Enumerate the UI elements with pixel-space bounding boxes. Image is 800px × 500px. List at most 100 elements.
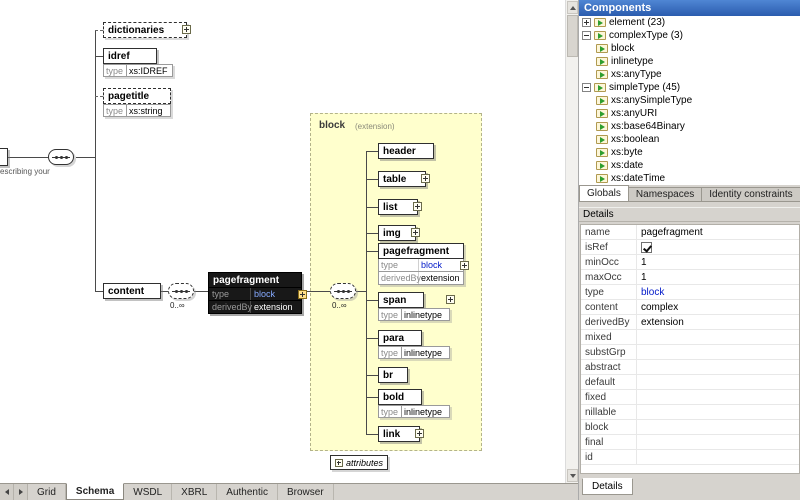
tree-item-xs-boolean[interactable]: xs:boolean	[579, 133, 800, 146]
derived-key: derivedBy	[209, 301, 252, 313]
element-bold[interactable]: bold	[378, 389, 422, 405]
tree-item-element[interactable]: element (23)	[579, 16, 800, 29]
view-tab-wsdl[interactable]: WSDL	[124, 484, 173, 500]
tab-identity-constraints[interactable]: Identity constraints	[702, 187, 800, 202]
attributes-box[interactable]: attributes	[330, 455, 389, 470]
tree-item-block[interactable]: block	[579, 42, 800, 55]
property-name: name	[581, 225, 637, 239]
element-table[interactable]: table	[378, 171, 426, 187]
expand-plus-icon[interactable]	[335, 458, 343, 467]
property-value[interactable]	[637, 420, 799, 434]
element-pagetitle[interactable]: pagetitle	[103, 88, 171, 104]
pagefragment-derived-row: derivedBy extension	[208, 301, 302, 314]
property-value[interactable]: block	[637, 285, 799, 299]
sequence-compositor-icon[interactable]	[48, 149, 74, 165]
element-header[interactable]: header	[378, 143, 434, 159]
element-pagefragment-selected[interactable]: pagefragment type block derivedBy extens…	[208, 272, 302, 314]
property-value[interactable]: extension	[637, 315, 799, 329]
property-value[interactable]: 1	[637, 270, 799, 284]
tree-item-label: complexType (3)	[609, 30, 683, 41]
element-para[interactable]: para	[378, 330, 422, 346]
left-arrow-icon	[4, 489, 9, 495]
view-tab-schema[interactable]: Schema	[65, 483, 125, 500]
root-element-partial[interactable]	[0, 148, 8, 166]
view-tab-bar: Grid Schema WSDL XBRL Authentic Browser	[0, 483, 578, 500]
view-tab-grid[interactable]: Grid	[28, 484, 66, 500]
expand-plus-icon[interactable]	[460, 261, 469, 270]
property-value[interactable]	[637, 435, 799, 449]
tab-globals[interactable]: Globals	[579, 185, 629, 202]
tree-item-xs-base64binary[interactable]: xs:base64Binary	[579, 120, 800, 133]
element-dictionaries[interactable]: dictionaries	[103, 22, 187, 38]
collapse-icon[interactable]	[582, 83, 591, 92]
down-arrow-icon	[569, 473, 576, 478]
tree-item-xs-anytype[interactable]: xs:anyType	[579, 68, 800, 81]
tab-scroll-left-button[interactable]	[0, 484, 14, 500]
property-value[interactable]	[637, 330, 799, 344]
tree-item-simpletype[interactable]: simpleType (45)	[579, 81, 800, 94]
property-value[interactable]	[637, 240, 799, 254]
element-span[interactable]: span	[378, 292, 424, 308]
tree-item-label: xs:anyURI	[611, 108, 658, 119]
tree-item-xs-date[interactable]: xs:date	[579, 159, 800, 172]
view-tab-browser[interactable]: Browser	[278, 484, 334, 500]
tree-item-xs-byte[interactable]: xs:byte	[579, 146, 800, 159]
scroll-up-button[interactable]	[567, 1, 578, 14]
property-value[interactable]: 1	[637, 255, 799, 269]
property-row: name pagefragment	[581, 225, 799, 240]
property-value[interactable]	[637, 390, 799, 404]
collapse-icon[interactable]	[582, 31, 591, 40]
type-value: xs:string	[127, 104, 171, 117]
view-tab-xbrl[interactable]: XBRL	[172, 484, 218, 500]
vertical-scrollbar[interactable]	[565, 0, 578, 483]
expand-plus-icon[interactable]	[411, 228, 420, 237]
element-pagefragment-child[interactable]: pagefragment type block derivedBy extens…	[378, 243, 464, 285]
expand-plus-icon[interactable]	[446, 295, 455, 304]
property-value[interactable]: pagefragment	[637, 225, 799, 239]
property-value[interactable]	[637, 405, 799, 419]
repeat-compositor-icon[interactable]	[330, 283, 356, 299]
tree-item-xs-anyuri[interactable]: xs:anyURI	[579, 107, 800, 120]
tab-namespaces[interactable]: Namespaces	[628, 187, 703, 202]
type-key: type	[103, 104, 127, 117]
element-br[interactable]: br	[378, 367, 408, 383]
tree-item-inlinetype[interactable]: inlinetype	[579, 55, 800, 68]
scroll-down-button[interactable]	[567, 469, 578, 482]
tree-item-xs-anysimpletype[interactable]: xs:anySimpleType	[579, 94, 800, 107]
expand-plus-icon[interactable]	[421, 174, 430, 183]
simpletype-icon	[596, 109, 608, 118]
connector	[366, 338, 378, 339]
view-tab-authentic[interactable]: Authentic	[217, 484, 278, 500]
pagefragment-title[interactable]: pagefragment	[378, 243, 464, 259]
complextype-icon	[596, 57, 608, 66]
property-value[interactable]	[637, 360, 799, 374]
type-key: type	[378, 346, 402, 359]
isref-checkbox[interactable]	[641, 241, 652, 253]
expand-plus-icon[interactable]	[298, 290, 307, 299]
simpletype-icon	[596, 161, 608, 170]
tab-scroll-right-button[interactable]	[14, 484, 28, 500]
expand-plus-icon[interactable]	[182, 25, 191, 34]
element-link[interactable]: link	[378, 426, 420, 442]
element-content[interactable]: content	[103, 283, 161, 299]
type-value: inlinetype	[402, 346, 450, 359]
details-bottom-tab[interactable]: Details	[582, 478, 633, 495]
property-value[interactable]	[637, 450, 799, 464]
expand-plus-icon[interactable]	[415, 429, 424, 438]
connector	[366, 207, 378, 208]
scrollbar-thumb[interactable]	[567, 15, 578, 57]
expand-icon[interactable]	[582, 18, 591, 27]
pagefragment-title[interactable]: pagefragment	[208, 272, 302, 288]
property-value[interactable]: complex	[637, 300, 799, 314]
expand-plus-icon[interactable]	[413, 202, 422, 211]
property-value[interactable]	[637, 345, 799, 359]
property-name: default	[581, 375, 637, 389]
property-name: content	[581, 300, 637, 314]
property-value[interactable]	[637, 375, 799, 389]
tree-item-complextype[interactable]: complexType (3)	[579, 29, 800, 42]
tree-item-xs-datetime[interactable]: xs:dateTime	[579, 172, 800, 185]
repeat-compositor-icon[interactable]	[168, 283, 194, 299]
element-idref[interactable]: idref	[103, 48, 157, 64]
element-list[interactable]: list	[378, 199, 418, 215]
pagefragment-type-row: type block	[378, 259, 464, 272]
